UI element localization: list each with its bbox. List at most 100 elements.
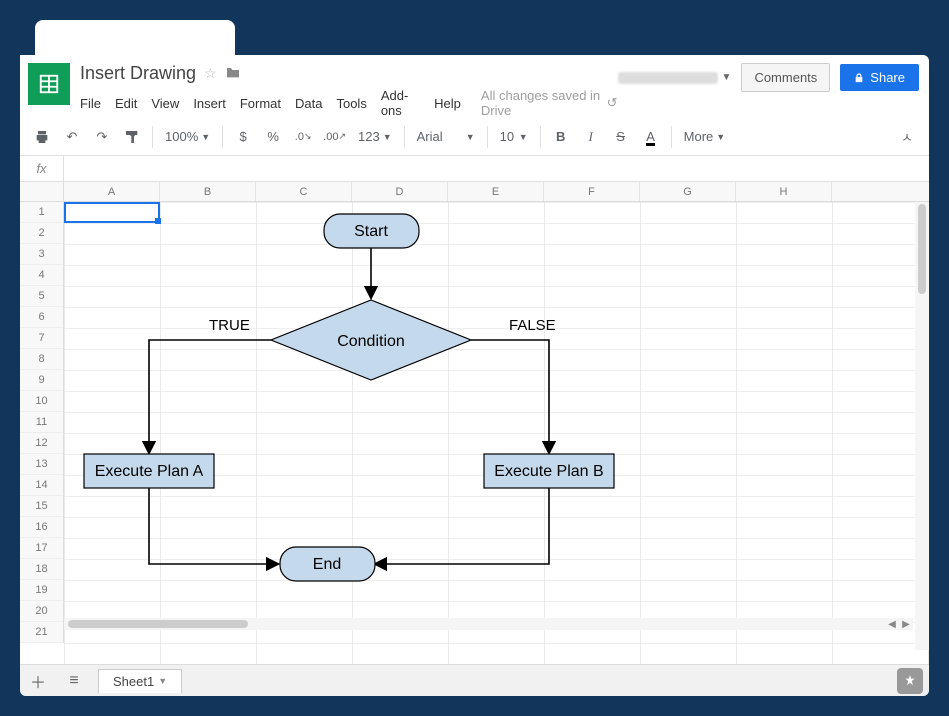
zoom-dropdown[interactable]: 100%▼ — [159, 129, 216, 144]
column-header[interactable]: A — [64, 182, 160, 201]
more-label: More — [684, 129, 714, 144]
spreadsheet-grid[interactable]: A B C D E F G H 1 2 3 4 5 6 7 8 9 10 11 … — [20, 182, 929, 664]
title-bar: Insert Drawing ☆ File Edit View Insert F… — [20, 55, 929, 118]
column-header[interactable]: E — [448, 182, 544, 201]
column-headers: A B C D E F G H — [20, 182, 929, 202]
share-button[interactable]: Share — [840, 64, 919, 91]
menu-addons[interactable]: Add-ons — [381, 88, 420, 118]
column-header[interactable]: C — [256, 182, 352, 201]
text-color-button[interactable]: A — [637, 123, 665, 151]
menu-format[interactable]: Format — [240, 96, 281, 111]
row-header[interactable]: 4 — [20, 265, 63, 286]
account-email — [618, 72, 718, 84]
toolbar: ↶ ↷ 100%▼ $ % .0↘ .00↗ 123▼ Arial▼ 10▼ B… — [20, 118, 929, 156]
row-header[interactable]: 3 — [20, 244, 63, 265]
column-header[interactable]: D — [352, 182, 448, 201]
folder-icon[interactable] — [225, 65, 241, 82]
menu-file[interactable]: File — [80, 96, 101, 111]
edge-plana-end — [149, 488, 277, 564]
menu-tools[interactable]: Tools — [336, 96, 366, 111]
more-dropdown[interactable]: More▼ — [678, 129, 732, 144]
column-header[interactable]: H — [736, 182, 832, 201]
horizontal-scrollbar[interactable]: ◀ ▶ — [64, 618, 913, 630]
column-header[interactable]: G — [640, 182, 736, 201]
cells-area[interactable]: Start Condition TRUE FALSE Execute Plan … — [64, 202, 929, 664]
redo-icon[interactable]: ↷ — [88, 123, 116, 151]
lock-icon — [854, 73, 864, 83]
font-dropdown[interactable]: Arial▼ — [411, 129, 481, 144]
history-icon[interactable]: ↺ — [607, 95, 618, 111]
bold-button[interactable]: B — [547, 123, 575, 151]
row-header[interactable]: 14 — [20, 475, 63, 496]
share-label: Share — [870, 70, 905, 85]
strikethrough-button[interactable]: S — [607, 123, 635, 151]
formula-input[interactable] — [64, 156, 929, 181]
menu-insert[interactable]: Insert — [193, 96, 226, 111]
row-header[interactable]: 19 — [20, 580, 63, 601]
row-header[interactable]: 2 — [20, 223, 63, 244]
edge-condition-plana — [149, 340, 271, 452]
start-label: Start — [354, 223, 388, 240]
document-title[interactable]: Insert Drawing — [80, 63, 196, 84]
flowchart-drawing[interactable]: Start Condition TRUE FALSE Execute Plan … — [64, 202, 764, 662]
row-header[interactable]: 9 — [20, 370, 63, 391]
row-header[interactable]: 15 — [20, 496, 63, 517]
browser-tab[interactable] — [35, 20, 235, 58]
row-header[interactable]: 11 — [20, 412, 63, 433]
print-icon[interactable] — [28, 123, 56, 151]
paint-format-icon[interactable] — [118, 123, 146, 151]
font-size-dropdown[interactable]: 10▼ — [494, 129, 534, 144]
condition-label: Condition — [337, 333, 405, 350]
row-header[interactable]: 17 — [20, 538, 63, 559]
comments-button[interactable]: Comments — [741, 63, 830, 92]
text-color-letter: A — [646, 129, 655, 144]
row-header[interactable]: 12 — [20, 433, 63, 454]
end-label: End — [313, 556, 341, 573]
add-sheet-button[interactable]: ＋ — [20, 665, 56, 697]
plan-a-label: Execute Plan A — [95, 463, 204, 480]
scroll-left-icon[interactable]: ◀ — [885, 618, 899, 630]
save-status-text: All changes saved in Drive — [481, 88, 603, 118]
row-header[interactable]: 1 — [20, 202, 63, 223]
row-header[interactable]: 5 — [20, 286, 63, 307]
currency-button[interactable]: $ — [229, 123, 257, 151]
row-header[interactable]: 6 — [20, 307, 63, 328]
row-header[interactable]: 20 — [20, 601, 63, 622]
sheet-tab-bar: ＋ ≡ Sheet1 ▼ — [20, 664, 929, 696]
select-all-corner[interactable] — [20, 182, 64, 201]
sheet-tab[interactable]: Sheet1 ▼ — [98, 669, 182, 693]
menu-view[interactable]: View — [151, 96, 179, 111]
menu-bar: File Edit View Insert Format Data Tools … — [80, 88, 618, 118]
menu-edit[interactable]: Edit — [115, 96, 137, 111]
star-icon[interactable]: ☆ — [204, 65, 217, 82]
plan-b-label: Execute Plan B — [494, 463, 603, 480]
undo-icon[interactable]: ↶ — [58, 123, 86, 151]
row-header[interactable]: 18 — [20, 559, 63, 580]
menu-help[interactable]: Help — [434, 96, 461, 111]
edge-planb-end — [376, 488, 549, 564]
font-size-value: 10 — [500, 129, 514, 144]
menu-data[interactable]: Data — [295, 96, 322, 111]
row-header[interactable]: 10 — [20, 391, 63, 412]
increase-decimals-button[interactable]: .00↗ — [319, 123, 350, 151]
row-header[interactable]: 21 — [20, 622, 63, 643]
vertical-scrollbar[interactable] — [915, 202, 929, 650]
row-header[interactable]: 8 — [20, 349, 63, 370]
collapse-toolbar-icon[interactable]: ㅅ — [893, 123, 921, 151]
scroll-right-icon[interactable]: ▶ — [899, 618, 913, 630]
italic-button[interactable]: I — [577, 123, 605, 151]
column-header[interactable]: F — [544, 182, 640, 201]
save-status: All changes saved in Drive ↺ — [481, 88, 618, 118]
explore-button[interactable] — [897, 668, 923, 694]
row-header[interactable]: 16 — [20, 517, 63, 538]
sheets-logo-icon[interactable] — [28, 63, 70, 105]
column-header[interactable]: B — [160, 182, 256, 201]
row-header[interactable]: 13 — [20, 454, 63, 475]
chevron-down-icon[interactable]: ▼ — [158, 676, 167, 686]
row-header[interactable]: 7 — [20, 328, 63, 349]
percent-button[interactable]: % — [259, 123, 287, 151]
number-format-dropdown[interactable]: 123▼ — [352, 129, 398, 144]
all-sheets-button[interactable]: ≡ — [56, 665, 92, 697]
account-menu[interactable]: ▼ — [618, 72, 732, 84]
decrease-decimals-button[interactable]: .0↘ — [289, 123, 317, 151]
